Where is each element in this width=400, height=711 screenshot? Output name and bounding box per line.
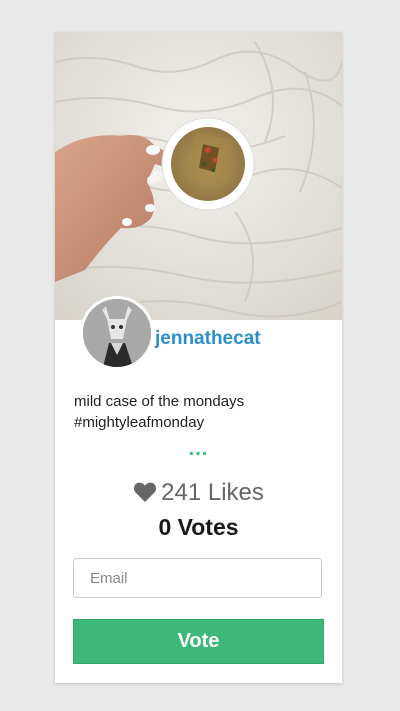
post-caption: mild case of the mondays #mightyleafmond… xyxy=(74,391,324,433)
post-photo[interactable] xyxy=(55,32,342,320)
heart-icon[interactable] xyxy=(133,481,157,503)
email-input[interactable] xyxy=(73,558,322,598)
post-photo-image xyxy=(55,32,342,320)
vote-button[interactable]: Vote xyxy=(73,619,324,664)
likes-count: 241 Likes xyxy=(55,478,342,508)
more-options-button[interactable]: ... xyxy=(55,439,342,459)
username-link[interactable]: jennathecat xyxy=(155,328,261,350)
votes-count: 0 Votes xyxy=(158,514,239,540)
avatar-image xyxy=(83,299,151,367)
likes-label: Likes xyxy=(207,479,264,506)
caption-line: mild case of the mondays xyxy=(74,393,245,410)
avatar[interactable] xyxy=(80,296,154,370)
likes-number: 241 xyxy=(161,479,202,506)
post-card: jennathecat mild case of the mondays #mi… xyxy=(55,32,342,683)
caption-hashtag[interactable]: #mightyleafmonday xyxy=(74,412,324,433)
